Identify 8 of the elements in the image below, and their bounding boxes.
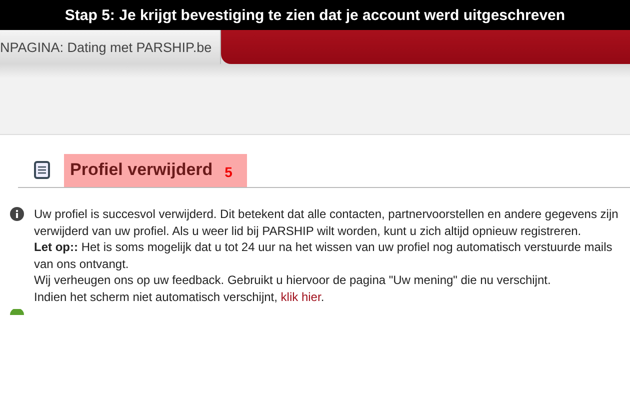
confirmation-message: Uw profiel is succesvol verwijderd. Dit betekent dat alle contacten, partnervoorstellen en andere gegevens zijn verwijderd van uw profiel. Als u weer lid bij PARSHIP wilt worden, kunt u zich altijd opnieuw registreren. Let op:: Het is soms mogelijk dat u tot 24 uur na het wissen van uw profiel nog automatisch verstuurde mails van ons ontvangt. Wij verheugen ons op uw feedback. Gebruikt u hiervoor de pagina "Uw mening" die nu verschijnt. Indien het scherm niet automatisch verschijnt, klik hier. <box>34 206 618 306</box>
step-number: 5 <box>224 164 232 180</box>
click-here-link[interactable]: klik hier <box>280 290 321 304</box>
status-icon <box>10 308 24 315</box>
document-icon <box>34 161 50 179</box>
page-title: Profiel verwijderd <box>70 160 213 180</box>
caption-banner: Stap 5: Je krijgt bevestiging te zien dat je account werd uitgeschreven <box>0 0 630 30</box>
info-icon <box>10 207 24 221</box>
